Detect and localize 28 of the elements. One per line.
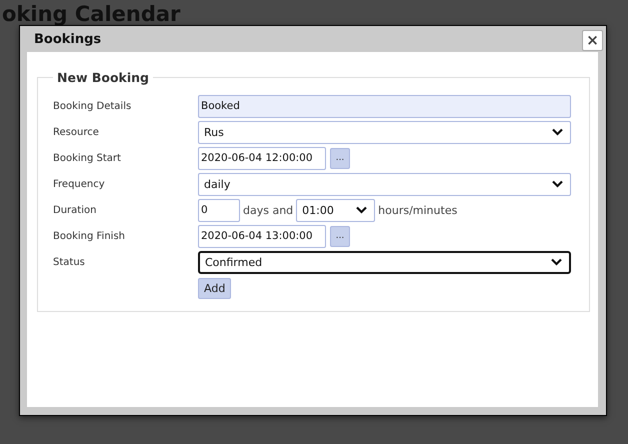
days-and-text: days and [243,204,294,216]
field-label: Duration [53,204,98,216]
page-title: oking Calendar [2,3,182,25]
field-label: Booking Details [53,100,132,112]
days-input-field[interactable]: 0 [198,198,240,222]
time-dropdown-field[interactable]: 01:00 [296,198,376,222]
dropdown-field[interactable]: Rus [198,120,571,144]
date-picker-button[interactable]: ... [330,148,350,168]
chevron-down-icon [552,128,563,136]
chevron-down-icon [552,180,563,188]
field-label: Status [53,256,86,268]
field-label: Frequency [53,178,106,190]
date-input-field[interactable]: 2020-06-04 13:00:00 [198,224,326,248]
chevron-down-icon [356,206,368,214]
dialog-title: Bookings [34,32,102,46]
unit-text: hours/minutes [378,204,458,216]
field-label: Booking Start [53,152,122,164]
field-label: Booking Finish [53,230,126,242]
close-button[interactable]: × [582,30,603,50]
section-heading: New Booking [56,70,150,85]
field-label: Resource [53,126,100,138]
dropdown-field[interactable]: Confirmed [198,250,571,274]
add-button[interactable]: Add [198,278,232,299]
dropdown-field[interactable]: daily [198,172,571,196]
text-input-field[interactable]: Booked [198,94,571,118]
chevron-down-icon [551,258,562,266]
date-picker-button[interactable]: ... [330,226,350,246]
date-input-field[interactable]: 2020-06-04 12:00:00 [198,146,326,170]
